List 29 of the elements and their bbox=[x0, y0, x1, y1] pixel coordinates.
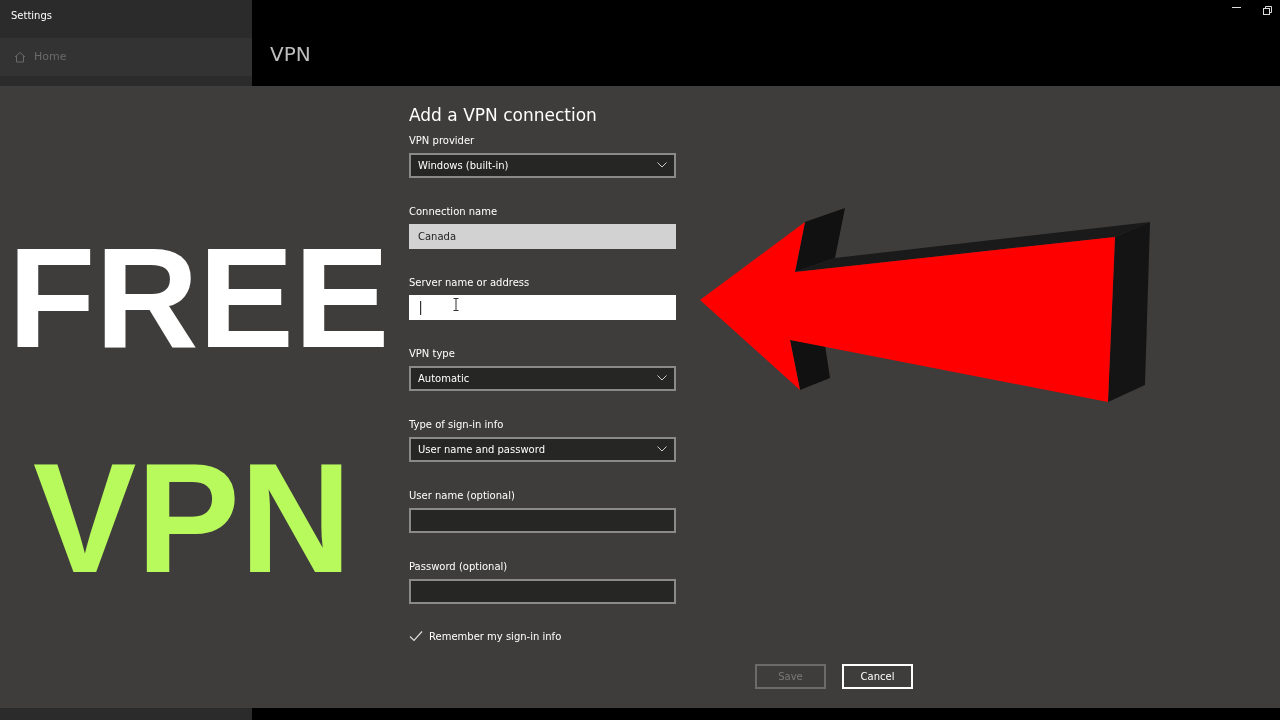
field-label: Connection name bbox=[409, 206, 499, 217]
home-icon bbox=[14, 51, 26, 63]
window-title: Settings bbox=[10, 9, 53, 23]
field-label: VPN provider bbox=[409, 135, 476, 146]
restore-icon[interactable] bbox=[1263, 6, 1272, 15]
chevron-icon bbox=[657, 375, 667, 382]
dialog-title: Add a VPN connection bbox=[409, 104, 598, 127]
check-icon bbox=[409, 630, 423, 643]
chevron-icon bbox=[657, 446, 667, 453]
field-label: Password (optional) bbox=[409, 561, 509, 572]
input-field[interactable] bbox=[409, 578, 676, 604]
page-title: VPN bbox=[270, 44, 311, 64]
chevron-icon bbox=[657, 162, 667, 169]
field-label: Type of sign-in info bbox=[409, 419, 505, 430]
minimize-icon[interactable] bbox=[1232, 6, 1241, 9]
text-caret-icon bbox=[420, 300, 422, 315]
headline-text: FREE bbox=[8, 226, 390, 369]
headline-text: VPN bbox=[33, 441, 352, 596]
field-label: Server name or address bbox=[409, 277, 531, 288]
field-label: VPN type bbox=[409, 348, 456, 359]
field-label: User name (optional) bbox=[409, 490, 516, 501]
i-beam-cursor-icon bbox=[453, 297, 459, 311]
dialog-button[interactable]: Cancel bbox=[842, 664, 913, 689]
dropdown[interactable]: User name and password bbox=[409, 436, 676, 462]
dropdown[interactable]: Automatic bbox=[409, 365, 676, 391]
checkbox[interactable]: Remember my sign-in info bbox=[409, 628, 1280, 644]
input-field[interactable]: Canada bbox=[409, 223, 676, 249]
input-field[interactable] bbox=[409, 507, 676, 533]
dropdown[interactable]: Windows (built-in) bbox=[409, 152, 676, 178]
